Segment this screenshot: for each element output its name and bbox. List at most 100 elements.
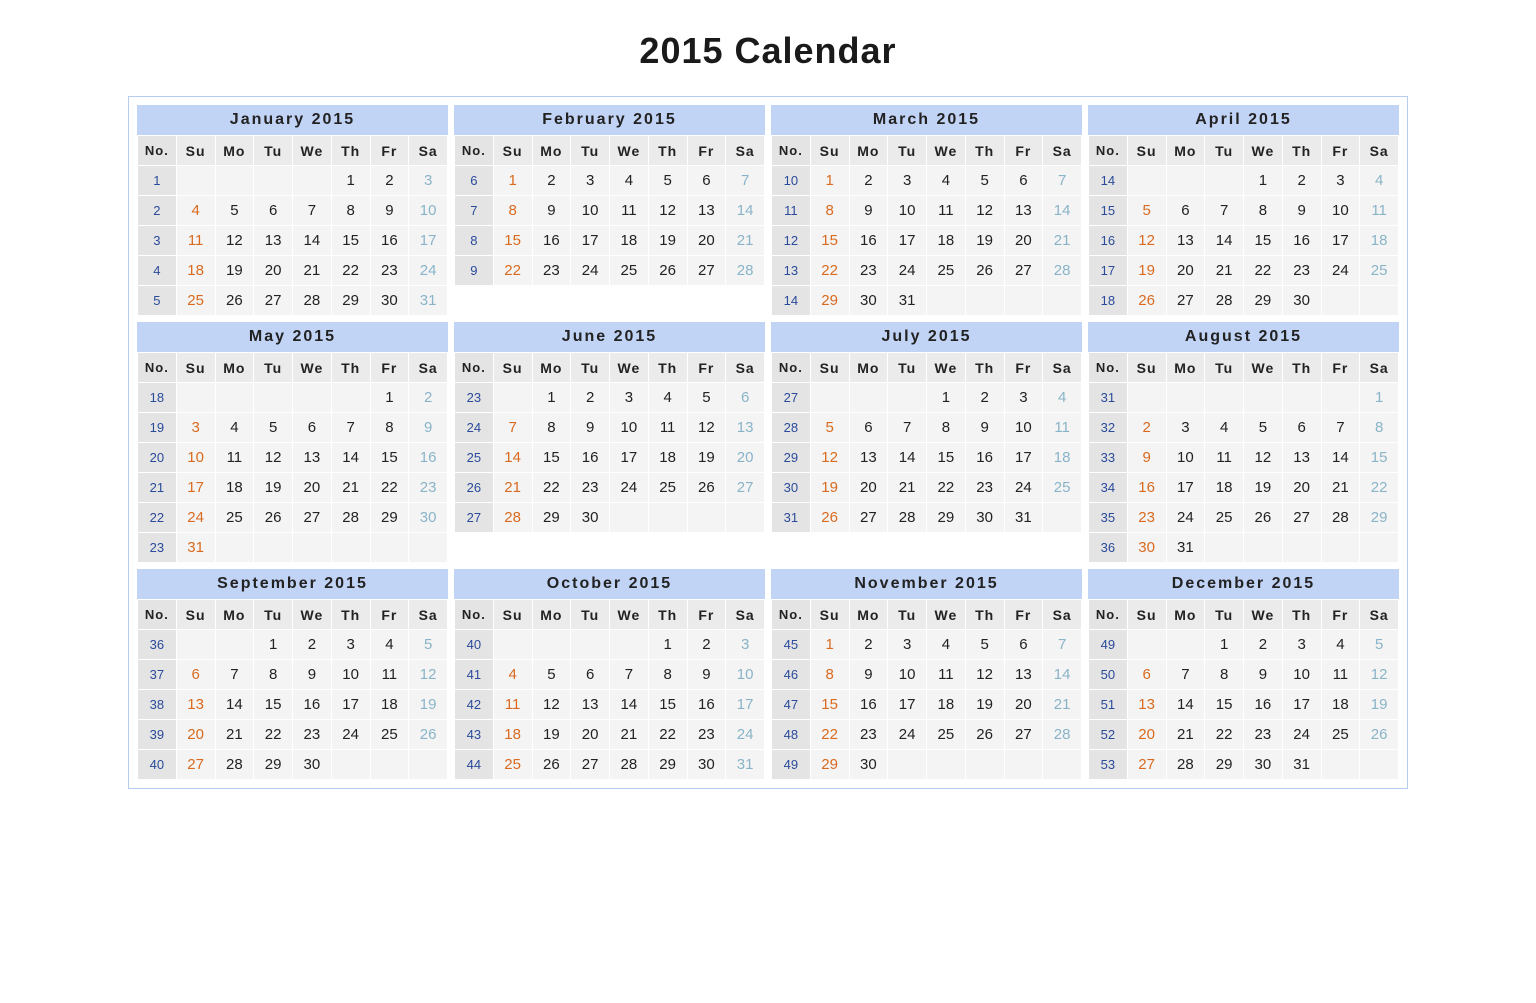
day-cell: 21 — [493, 473, 532, 503]
day-cell: 29 — [810, 286, 849, 316]
day-cell: 19 — [1127, 256, 1166, 286]
day-header: Tu — [888, 136, 927, 166]
day-cell: 26 — [965, 720, 1004, 750]
day-cell: 2 — [1127, 413, 1166, 443]
day-cell: 17 — [1004, 443, 1043, 473]
empty-cell — [215, 533, 254, 563]
day-header: We — [610, 353, 649, 383]
day-cell: 26 — [965, 256, 1004, 286]
day-header: Mo — [532, 136, 571, 166]
day-cell: 22 — [1360, 473, 1399, 503]
day-cell: 31 — [888, 286, 927, 316]
day-cell: 26 — [810, 503, 849, 533]
day-cell: 23 — [370, 256, 409, 286]
day-cell: 20 — [1282, 473, 1321, 503]
day-cell: 25 — [370, 720, 409, 750]
day-cell: 25 — [1043, 473, 1082, 503]
day-cell: 10 — [610, 413, 649, 443]
day-cell: 17 — [176, 473, 215, 503]
day-cell: 19 — [810, 473, 849, 503]
day-cell: 8 — [532, 413, 571, 443]
day-header: Th — [1282, 353, 1321, 383]
week-row: 5220212223242526 — [1089, 720, 1399, 750]
day-header: Sa — [409, 353, 448, 383]
day-cell: 27 — [254, 286, 293, 316]
day-cell: 4 — [1205, 413, 1244, 443]
day-cell: 15 — [493, 226, 532, 256]
week-row: 5113141516171819 — [1089, 690, 1399, 720]
month-block: June 2015No.SuMoTuWeThFrSa23123456247891… — [454, 322, 765, 563]
day-cell: 13 — [1166, 226, 1205, 256]
day-cell: 22 — [1244, 256, 1283, 286]
day-cell: 5 — [965, 630, 1004, 660]
day-cell: 1 — [1360, 383, 1399, 413]
day-cell: 8 — [648, 660, 687, 690]
week-number: 19 — [138, 413, 177, 443]
day-header: Th — [965, 136, 1004, 166]
month-header: July 2015 — [771, 322, 1082, 352]
week-number: 13 — [772, 256, 811, 286]
day-header: Sa — [726, 136, 765, 166]
day-cell: 6 — [254, 196, 293, 226]
day-cell: 26 — [409, 720, 448, 750]
day-cell: 23 — [1127, 503, 1166, 533]
week-number: 16 — [1089, 226, 1128, 256]
day-header: Tu — [571, 353, 610, 383]
week-number: 22 — [138, 503, 177, 533]
week-row: 322345678 — [1089, 413, 1399, 443]
empty-cell — [1166, 630, 1205, 660]
day-header: Su — [1127, 600, 1166, 630]
day-cell: 4 — [927, 630, 966, 660]
day-cell: 16 — [849, 226, 888, 256]
empty-cell — [726, 503, 765, 533]
week-row: 3920212223242526 — [138, 720, 448, 750]
day-cell: 7 — [1166, 660, 1205, 690]
week-row: 311121314151617 — [138, 226, 448, 256]
day-header: We — [1244, 600, 1283, 630]
empty-cell — [254, 383, 293, 413]
week-number: 30 — [772, 473, 811, 503]
empty-cell — [927, 750, 966, 780]
day-cell: 16 — [1127, 473, 1166, 503]
day-cell: 1 — [810, 630, 849, 660]
week-number: 14 — [772, 286, 811, 316]
day-cell: 15 — [532, 443, 571, 473]
day-header: Fr — [370, 600, 409, 630]
day-header: We — [1244, 353, 1283, 383]
day-cell: 5 — [965, 166, 1004, 196]
empty-cell — [610, 503, 649, 533]
empty-cell — [1321, 383, 1360, 413]
day-cell: 4 — [215, 413, 254, 443]
day-header: Th — [331, 136, 370, 166]
week-row: 1123 — [138, 166, 448, 196]
day-cell: 19 — [1244, 473, 1283, 503]
day-cell: 16 — [532, 226, 571, 256]
week-row: 815161718192021 — [455, 226, 765, 256]
week-number: 20 — [138, 443, 177, 473]
day-cell: 8 — [1244, 196, 1283, 226]
week-number: 36 — [138, 630, 177, 660]
day-header: Mo — [1166, 353, 1205, 383]
weekno-header: No. — [1089, 600, 1128, 630]
week-number: 3 — [138, 226, 177, 256]
day-cell: 22 — [331, 256, 370, 286]
empty-cell — [888, 383, 927, 413]
day-cell: 26 — [1360, 720, 1399, 750]
day-cell: 2 — [849, 630, 888, 660]
week-number: 34 — [1089, 473, 1128, 503]
day-cell: 13 — [849, 443, 888, 473]
day-cell: 18 — [648, 443, 687, 473]
week-row: 31262728293031 — [772, 503, 1082, 533]
week-number: 38 — [138, 690, 177, 720]
day-header: Fr — [1004, 600, 1043, 630]
day-cell: 14 — [610, 690, 649, 720]
day-header: Mo — [1166, 600, 1205, 630]
empty-cell — [965, 750, 1004, 780]
week-number: 24 — [455, 413, 494, 443]
day-header: We — [610, 136, 649, 166]
day-header: Su — [493, 600, 532, 630]
day-header: Tu — [254, 600, 293, 630]
day-cell: 6 — [293, 413, 332, 443]
empty-cell — [1127, 166, 1166, 196]
day-header: Tu — [254, 353, 293, 383]
